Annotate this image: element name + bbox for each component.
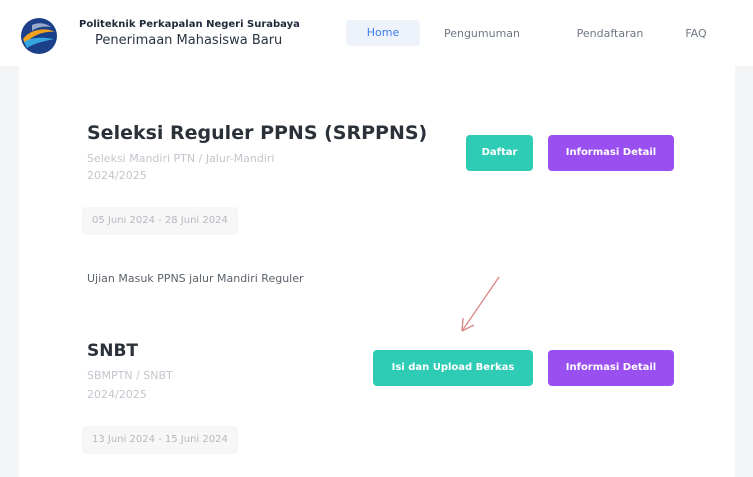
info-detail-button[interactable]: Informasi Detail <box>548 135 674 171</box>
nav-home[interactable]: Home <box>346 20 420 46</box>
program-title: Seleksi Reguler PPNS (SRPPNS) <box>87 122 428 144</box>
program-title: SNBT <box>87 341 139 361</box>
ppns-logo-icon[interactable] <box>20 17 58 55</box>
nav-faq[interactable]: FAQ <box>676 23 716 45</box>
nav-pendaftaran[interactable]: Pendaftaran <box>560 23 660 45</box>
program-description: Ujian Masuk PPNS jalur Mandiri Reguler <box>87 272 304 285</box>
brand-institution: Politeknik Perkapalan Negeri Surabaya <box>79 19 300 30</box>
info-detail-button[interactable]: Informasi Detail <box>548 350 674 386</box>
annotation-arrow-icon <box>461 276 500 332</box>
program-year: 2024/2025 <box>87 388 147 401</box>
brand-subtitle: Penerimaan Mahasiswa Baru <box>95 33 283 48</box>
nav-pengumuman[interactable]: Pengumuman <box>432 23 532 45</box>
date-range-badge: 05 Juni 2024 - 28 Juni 2024 <box>82 207 238 235</box>
program-year: 2024/2025 <box>87 169 147 182</box>
program-card-snbt: SNBT SBMPTN / SNBT 2024/2025 13 Juni 202… <box>22 315 722 477</box>
program-category: Seleksi Mandiri PTN / Jalur-Mandiri <box>87 152 275 165</box>
daftar-button[interactable]: Daftar <box>466 135 533 171</box>
header: Politeknik Perkapalan Negeri Surabaya Pe… <box>0 0 753 66</box>
upload-berkas-button[interactable]: Isi dan Upload Berkas <box>373 350 533 386</box>
date-range-badge: 13 Juni 2024 - 15 Juni 2024 <box>82 426 238 454</box>
program-category: SBMPTN / SNBT <box>87 369 173 382</box>
program-card-srppns: Seleksi Reguler PPNS (SRPPNS) Seleksi Ma… <box>22 80 722 290</box>
